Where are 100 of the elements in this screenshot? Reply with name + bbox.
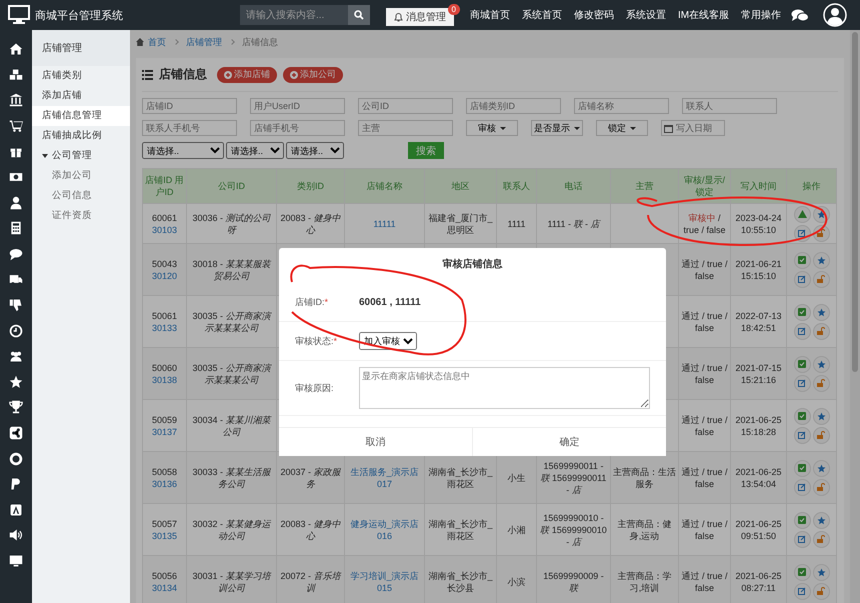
add-button[interactable]: 添加公司 (283, 66, 343, 82)
filter-dropdown[interactable]: 锁定 (596, 120, 648, 136)
filter-field[interactable]: 联系人手机号 (142, 120, 237, 136)
filter-field[interactable]: 主营 (358, 120, 453, 136)
favorite-button[interactable] (812, 252, 830, 268)
review-button[interactable] (794, 206, 810, 222)
user-id-link[interactable]: 30135 (152, 530, 178, 542)
unlock-button[interactable] (812, 270, 830, 288)
sidebar-item[interactable]: 公司信息 (32, 186, 130, 206)
sidebar-item[interactable]: 公司管理 (32, 146, 130, 166)
breadcrumb-link[interactable]: 店铺管理 (186, 36, 222, 48)
favorite-button[interactable] (812, 304, 830, 320)
review-button[interactable] (794, 564, 810, 580)
edit-button[interactable] (794, 270, 810, 288)
contact-cell: 小生 (508, 472, 526, 484)
nav-link[interactable]: IM在线客服 (678, 8, 730, 22)
filter-field[interactable]: 店铺类别ID (466, 98, 561, 114)
square-icon[interactable] (9, 502, 23, 517)
sidebar-item[interactable]: 证件资质 (32, 206, 130, 226)
shop-name-link[interactable]: 11111 (373, 218, 396, 230)
breadcrumb-link[interactable]: 首页 (148, 36, 166, 48)
sidebar-item[interactable]: 添加公司 (32, 166, 130, 186)
edit-button[interactable] (794, 426, 810, 444)
unlock-button[interactable] (812, 322, 830, 340)
review-button[interactable] (794, 252, 810, 268)
review-button[interactable] (794, 512, 810, 528)
unlock-button[interactable] (812, 426, 830, 444)
user-id-link[interactable]: 30136 (152, 478, 178, 490)
add-button[interactable]: 添加店铺 (217, 66, 277, 82)
unlock-button[interactable] (812, 374, 830, 392)
nav-link[interactable]: 系统设置 (626, 8, 666, 22)
filter-select[interactable]: 请选择.. (142, 142, 224, 159)
chat-icon[interactable] (791, 8, 810, 22)
sidebar-item[interactable]: 店铺类别 (32, 66, 130, 86)
edit-button[interactable] (794, 322, 810, 340)
edit-button[interactable] (794, 582, 810, 600)
user-id-link[interactable]: 30134 (152, 582, 178, 594)
users-icon[interactable] (9, 349, 23, 364)
nav-link[interactable]: 系统首页 (522, 8, 562, 22)
review-button[interactable] (794, 304, 810, 320)
edit-button[interactable] (794, 530, 810, 548)
bank-icon[interactable] (9, 93, 23, 108)
volume-icon[interactable] (9, 528, 23, 542)
user-id-link[interactable]: 30103 (152, 224, 178, 236)
cubes-icon[interactable] (9, 68, 23, 82)
scrollbar[interactable] (850, 30, 860, 603)
confirm-button[interactable]: 确定 (472, 428, 666, 456)
unlock-button[interactable] (812, 530, 830, 548)
trophy-icon[interactable] (9, 400, 23, 414)
edit-button[interactable] (794, 478, 810, 496)
calculator-icon[interactable] (9, 221, 23, 236)
user-id-link[interactable]: 30138 (152, 374, 178, 386)
favorite-button[interactable] (812, 356, 830, 372)
home-icon[interactable] (9, 42, 23, 56)
favorite-button[interactable] (812, 460, 830, 476)
filter-dropdown[interactable]: 是否显示 (531, 120, 583, 136)
user-id-link[interactable]: 30120 (152, 270, 178, 282)
user-id-link[interactable]: 30133 (152, 322, 178, 334)
sidebar-item[interactable]: 店铺信息管理 (32, 106, 130, 126)
comment-icon[interactable] (9, 246, 23, 261)
column-header: 店铺名称 (366, 181, 402, 191)
p-shape-icon[interactable] (9, 477, 23, 492)
cart-icon[interactable] (9, 118, 23, 133)
lifebuoy-icon[interactable] (9, 452, 23, 466)
sidebar-item[interactable]: 添加店铺 (32, 86, 130, 106)
filter-select[interactable]: 请选择.. (286, 142, 344, 159)
date-field[interactable]: 写入日期 (661, 120, 725, 136)
thumbs-down-icon[interactable] (9, 298, 23, 312)
unlock-button[interactable] (812, 478, 830, 496)
nav-link[interactable]: 商城首页 (470, 8, 510, 22)
favorite-button[interactable] (812, 408, 830, 424)
nav-link[interactable]: 常用操作 (741, 8, 782, 22)
filter-field[interactable]: 店铺名称 (574, 98, 669, 114)
search-field[interactable]: 请输入搜索内容... (240, 5, 348, 25)
reason-field[interactable]: 显示在商家店铺状态信息中 (359, 367, 650, 409)
nav-link[interactable]: 修改密码 (574, 8, 614, 22)
review-button[interactable] (794, 460, 810, 476)
filter-select[interactable]: 请选择.. (226, 142, 284, 159)
star-icon[interactable] (9, 374, 23, 389)
filter-field[interactable]: 用户UserID (250, 98, 345, 114)
filter-field[interactable]: 店铺ID (142, 98, 237, 114)
filter-field[interactable]: 公司ID (358, 98, 453, 114)
avatar-icon[interactable] (823, 3, 848, 27)
filter-field[interactable]: 联系人 (682, 98, 777, 114)
share-icon[interactable] (9, 426, 23, 440)
user-id-link[interactable]: 30137 (152, 426, 178, 438)
review-button[interactable] (794, 408, 810, 424)
unlock-button[interactable] (812, 582, 830, 600)
user-icon[interactable] (9, 196, 23, 210)
unlock-icon (817, 379, 825, 387)
clock-icon[interactable] (9, 324, 23, 338)
edit-button[interactable] (794, 374, 810, 392)
favorite-button[interactable] (812, 512, 830, 528)
search-button[interactable] (348, 5, 370, 25)
monitor-icon[interactable] (9, 554, 23, 568)
review-button[interactable] (794, 356, 810, 372)
filter-dropdown[interactable]: 审核 (466, 120, 518, 136)
sidebar-item[interactable]: 店铺抽成比例 (32, 126, 130, 146)
favorite-button[interactable] (812, 564, 830, 580)
filter-field[interactable]: 店铺手机号 (250, 120, 345, 136)
